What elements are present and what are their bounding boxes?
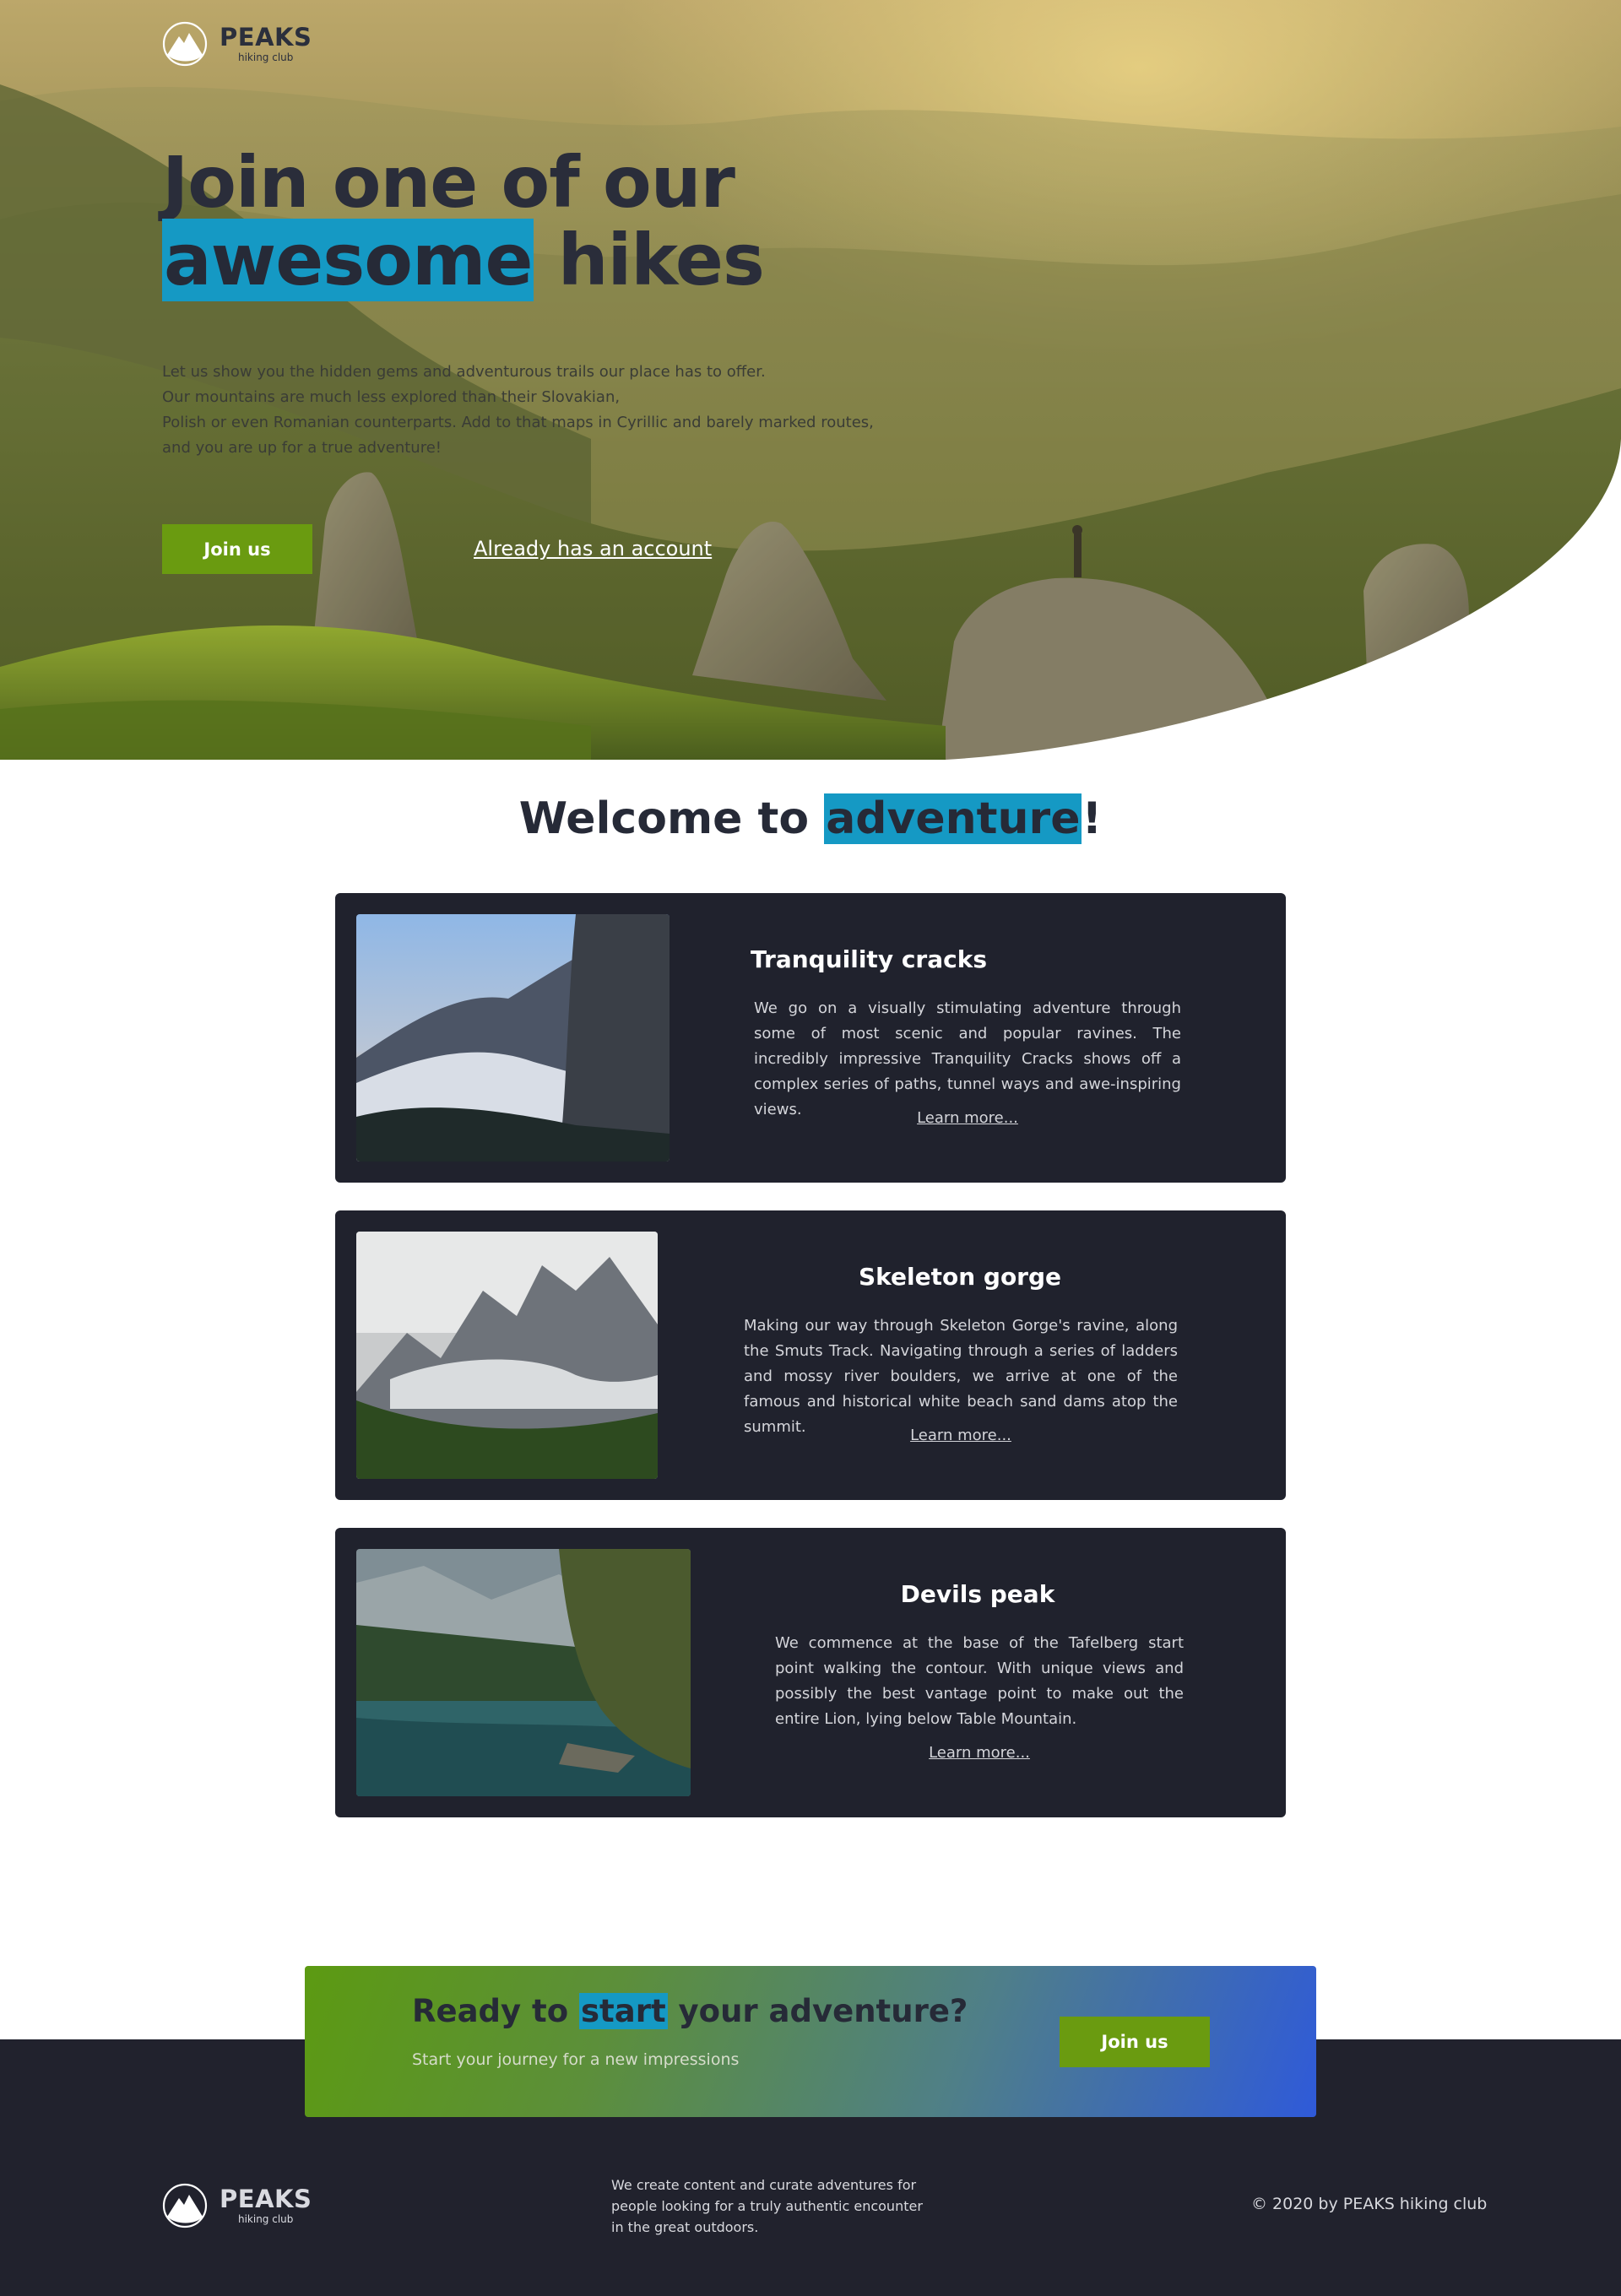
hero-title-line1: Join one of our: [162, 141, 735, 224]
mountain-logo-icon: [162, 21, 208, 67]
hike-photo-snowy-cliff: [356, 914, 670, 1162]
hike-title: Devils peak: [900, 1580, 1055, 1608]
hike-description: Making our way through Skeleton Gorge's …: [744, 1317, 1178, 1436]
hike-description: We go on a visually stimulating adventur…: [754, 999, 1181, 1118]
cta-join-button[interactable]: Join us: [1060, 2017, 1210, 2067]
learn-more-link[interactable]: Learn more...: [910, 1427, 1011, 1444]
cta-subtitle: Start your journey for a new impressions: [412, 2050, 740, 2069]
hero-description: Let us show you the hidden gems and adve…: [162, 360, 888, 461]
hero-description-line: Our mountains are much less explored tha…: [162, 388, 621, 406]
cta-title-highlight: start: [579, 1993, 668, 2029]
learn-more-link[interactable]: Learn more...: [917, 1109, 1018, 1127]
brand-name: PEAKS: [220, 2185, 312, 2213]
welcome-highlight: adventure: [824, 793, 1082, 844]
brand-tagline: hiking club: [237, 51, 294, 63]
copyright-text: © 2020 by PEAKS hiking club: [1251, 2195, 1488, 2213]
cta-title-suffix: your adventure?: [667, 1993, 968, 2029]
hike-title: Tranquility cracks: [751, 945, 987, 973]
hero-title-rest: hikes: [534, 219, 765, 301]
welcome-heading: Welcome to adventure!: [0, 793, 1621, 844]
welcome-suffix: !: [1082, 793, 1103, 844]
hero-description-line: and you are up for a true adventure!: [162, 439, 442, 457]
learn-more-link[interactable]: Learn more...: [929, 1744, 1030, 1762]
cta-title: Ready to start your adventure?: [412, 1993, 968, 2029]
hike-photo-cloudy-peaks: [356, 1232, 658, 1479]
hero-section: PEAKS hiking club Join one of our awesom…: [0, 0, 1621, 760]
hike-card: Tranquility cracks We go on a visually s…: [335, 893, 1286, 1183]
hero-title: Join one of our awesome hikes: [162, 141, 765, 301]
welcome-prefix: Welcome to: [518, 793, 825, 844]
hike-title: Skeleton gorge: [858, 1263, 1062, 1291]
hike-card: Skeleton gorge Making our way through Sk…: [335, 1210, 1286, 1500]
hike-card: Devils peak We commence at the base of t…: [335, 1528, 1286, 1817]
brand-name: PEAKS: [220, 23, 312, 51]
account-link[interactable]: Already has an account: [474, 537, 712, 560]
mountain-logo-icon: [162, 2183, 208, 2228]
hike-description: We commence at the base of the Tafelberg…: [775, 1634, 1184, 1728]
hero-title-highlight: awesome: [162, 219, 534, 301]
footer-description: We create content and curate adventures …: [611, 2177, 923, 2235]
cta-title-prefix: Ready to: [412, 1993, 580, 2029]
brand-logo[interactable]: PEAKS hiking club: [162, 21, 312, 67]
hero-join-button[interactable]: Join us: [162, 524, 312, 574]
cta-banner: Ready to start your adventure? Start you…: [305, 1966, 1316, 2117]
footer-logo[interactable]: PEAKS hiking club: [162, 2183, 312, 2228]
hike-photo-mountain-lake: [356, 1549, 691, 1796]
brand-tagline: hiking club: [237, 2213, 294, 2225]
hero-description-line: Let us show you the hidden gems and adve…: [162, 363, 766, 381]
hero-description-line: Polish or even Romanian counterparts. Ad…: [162, 414, 874, 431]
